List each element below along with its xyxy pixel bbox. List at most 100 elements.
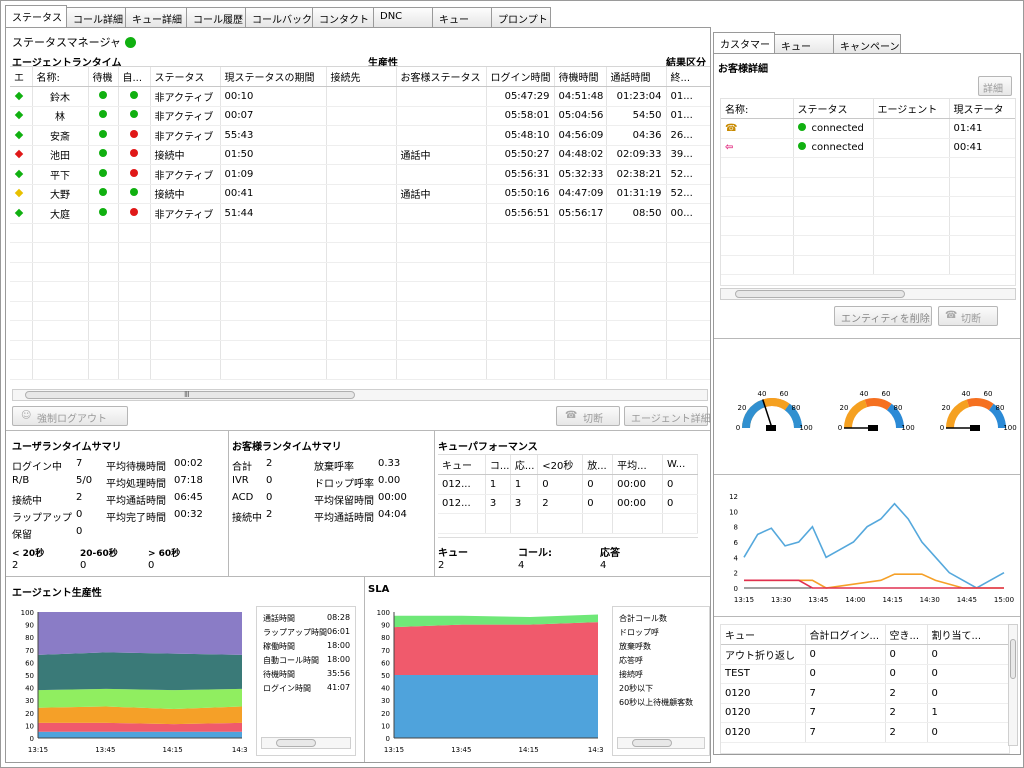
scrollbar-thumb[interactable] bbox=[276, 739, 316, 747]
tab-8[interactable]: プロンプト bbox=[491, 7, 551, 27]
customer-column-header[interactable]: 現ステータ bbox=[949, 99, 1015, 119]
queue-cell: 2 bbox=[885, 683, 928, 704]
agent-column-header[interactable]: 待機 bbox=[88, 67, 119, 87]
agent-row[interactable]: 鈴木 非アクティブ 00:10 05:47:29 04:51:48 01:23:04 01.… bbox=[10, 86, 710, 107]
scrollbar-thumb[interactable] bbox=[1010, 639, 1016, 679]
agent-column-header[interactable]: お客様ステータス bbox=[396, 67, 487, 87]
customer-column-header[interactable]: ステータス bbox=[793, 99, 874, 119]
agent-row[interactable]: 池田 接続中 01:50 通話中 05:50:27 04:48:02 02:09:33 39.… bbox=[10, 145, 710, 165]
customer-agent bbox=[873, 138, 950, 158]
agent-column-header[interactable]: 現ステータスの期間 bbox=[220, 67, 327, 87]
agent-row[interactable]: 平下 非アクティブ 01:09 05:56:31 05:32:33 02:38:21 52.… bbox=[10, 164, 710, 185]
empty-row bbox=[10, 262, 710, 282]
agent-state-icon bbox=[14, 130, 24, 139]
tab-3[interactable]: コール履歴 bbox=[186, 7, 246, 27]
agent-productivity-legend: 通話時間 08:28 ラップアップ時間 06:01 稼働時間 18:00 自動コール時間 18… bbox=[256, 606, 356, 756]
scrollbar-thumb[interactable]: Ⅲ bbox=[25, 390, 355, 399]
legend-label: ラップアップ時間 bbox=[263, 628, 327, 637]
agent-column-header[interactable]: 接続先 bbox=[326, 67, 397, 87]
customer-disconnect-button[interactable]: ☎ 切断 bbox=[938, 306, 998, 326]
agent-column-header[interactable]: 通話時間 bbox=[606, 67, 667, 87]
detail-button[interactable]: 詳細 bbox=[978, 76, 1012, 96]
queue-perf-column-header[interactable]: キュー bbox=[438, 455, 486, 475]
queue-perf-column-header[interactable]: 放... bbox=[582, 455, 614, 475]
disconnect-button[interactable]: ☎ 切断 bbox=[556, 406, 620, 426]
tab-0[interactable]: ステータス bbox=[5, 5, 67, 27]
queue-row[interactable]: 0120 7 2 1 bbox=[721, 703, 1009, 723]
queue-perf-column-header[interactable]: 平均... bbox=[612, 455, 664, 475]
customer-column-header[interactable]: エージェント bbox=[873, 99, 950, 119]
scrollbar-thumb[interactable] bbox=[632, 739, 672, 747]
agent-column-header[interactable]: 終... bbox=[666, 67, 710, 87]
tab-4[interactable]: コールバック bbox=[245, 7, 313, 27]
empty-row bbox=[10, 223, 710, 243]
queue-cell: 7 bbox=[805, 703, 886, 723]
customer-table-scrollbar[interactable] bbox=[720, 288, 1016, 300]
customer-row[interactable]: ⇦ connected 00:41 bbox=[721, 138, 1015, 158]
area-series-3 bbox=[38, 688, 242, 710]
agent-column-header[interactable]: 待機時間 bbox=[554, 67, 607, 87]
agent-talk: 54:50 bbox=[606, 106, 667, 126]
queue-perf-row[interactable]: 012... 3 3 2 0 00:00 0 bbox=[438, 494, 698, 514]
queue-column-header[interactable]: 割り当て... bbox=[927, 625, 1009, 645]
queue-column-header[interactable]: 空き... bbox=[885, 625, 928, 645]
agent-column-header[interactable]: 自... bbox=[118, 67, 151, 87]
empty-cell bbox=[873, 196, 950, 217]
tab-7[interactable]: キュー bbox=[432, 7, 492, 27]
gauge: 0 20 40 6080 100 bbox=[838, 390, 915, 432]
empty-cell bbox=[220, 223, 327, 243]
empty-cell bbox=[554, 340, 607, 360]
queue-row[interactable]: TEST 0 0 0 bbox=[721, 664, 1009, 684]
legend-scrollbar[interactable] bbox=[617, 737, 705, 749]
agent-row[interactable]: 大庭 非アクティブ 51:44 05:56:51 05:56:17 08:50 00... bbox=[10, 203, 710, 224]
y-tick-label: 30 bbox=[25, 697, 34, 705]
customer-summary-value: 2 bbox=[266, 509, 273, 520]
agent-row[interactable]: 林 非アクティブ 00:07 05:58:01 05:04:56 54:50 01... bbox=[10, 106, 710, 126]
auto-status-icon bbox=[130, 149, 138, 158]
customer-column-header[interactable]: 名称: bbox=[721, 99, 794, 119]
queue-perf-column-header[interactable]: コ... bbox=[485, 455, 511, 475]
right-tab-0[interactable]: カスタマー bbox=[713, 32, 775, 54]
empty-cell bbox=[10, 262, 33, 282]
queue-column-header[interactable]: キュー bbox=[721, 625, 806, 645]
user-summary-label: ログイン中 bbox=[12, 462, 62, 473]
agent-column-header[interactable]: 名称: bbox=[32, 67, 89, 87]
queue-row[interactable]: アウト折り返し 0 0 0 bbox=[721, 644, 1009, 665]
agent-detail-button[interactable]: エージェント詳細 bbox=[624, 406, 711, 426]
queue-perf-row[interactable]: 012... 1 1 0 0 00:00 0 bbox=[438, 474, 698, 495]
agent-table-scrollbar[interactable]: Ⅲ bbox=[12, 389, 708, 401]
ready-status-icon bbox=[99, 149, 107, 158]
queue-perf-cell: 3 bbox=[485, 494, 511, 514]
right-tab-2[interactable]: キャンペーン bbox=[833, 34, 901, 54]
force-logout-button[interactable]: ☺ 強制ログアウト bbox=[12, 406, 128, 426]
agent-row[interactable]: 大野 接続中 00:41 通話中 05:50:16 04:47:09 01:31:19 52.… bbox=[10, 184, 710, 204]
empty-row bbox=[10, 320, 710, 341]
agent-status: 非アクティブ bbox=[150, 125, 221, 146]
queue-perf-column-header[interactable]: <20秒 bbox=[537, 455, 584, 475]
queue-row[interactable]: 0120 7 2 0 bbox=[721, 683, 1009, 704]
queue-cell: 2 bbox=[885, 703, 928, 723]
queue-column-header[interactable]: 合計ログイン... bbox=[805, 625, 886, 645]
delete-entity-button[interactable]: エンティティを削除 bbox=[834, 306, 932, 326]
queue-table-container: キュー 合計ログイン... 空き... 割り当て... アウト折り返し 0 0 0 TEST 0… bbox=[720, 624, 1010, 754]
agent-column-header[interactable]: ステータス bbox=[150, 67, 221, 87]
agent-row[interactable]: 安斎 非アクティブ 55:43 05:48:10 04:56:09 04:36 26... bbox=[10, 125, 710, 146]
queue-perf-column-header[interactable]: W... bbox=[662, 455, 698, 475]
empty-cell bbox=[666, 223, 710, 243]
legend-scrollbar[interactable] bbox=[261, 737, 351, 749]
scrollbar-thumb[interactable] bbox=[735, 290, 905, 298]
customer-row[interactable]: ☎ connected 01:41 bbox=[721, 118, 1015, 139]
tab-6[interactable]: DNC bbox=[373, 7, 433, 27]
queue-table-vscrollbar[interactable] bbox=[1008, 624, 1018, 746]
right-tab-1[interactable]: キュー bbox=[774, 34, 834, 54]
agent-column-header[interactable]: ログイン時間 bbox=[486, 67, 555, 87]
queue-perf-column-header[interactable]: 応... bbox=[510, 455, 539, 475]
right-tabs: カスタマー キュー キャンペーン bbox=[713, 32, 901, 54]
empty-cell bbox=[486, 242, 555, 263]
queue-row[interactable]: 0120 7 2 0 bbox=[721, 722, 1009, 743]
agent-table-container: エ名称: 待機 自... ステータス 現ステータスの期間 接続先 お客様ステータス ログイン時… bbox=[10, 66, 710, 388]
tab-2[interactable]: キュー詳細 bbox=[125, 7, 187, 27]
agent-column-header[interactable]: エ bbox=[10, 67, 33, 87]
tab-1[interactable]: コール詳細 bbox=[66, 7, 126, 27]
tab-5[interactable]: コンタクト bbox=[312, 7, 374, 27]
